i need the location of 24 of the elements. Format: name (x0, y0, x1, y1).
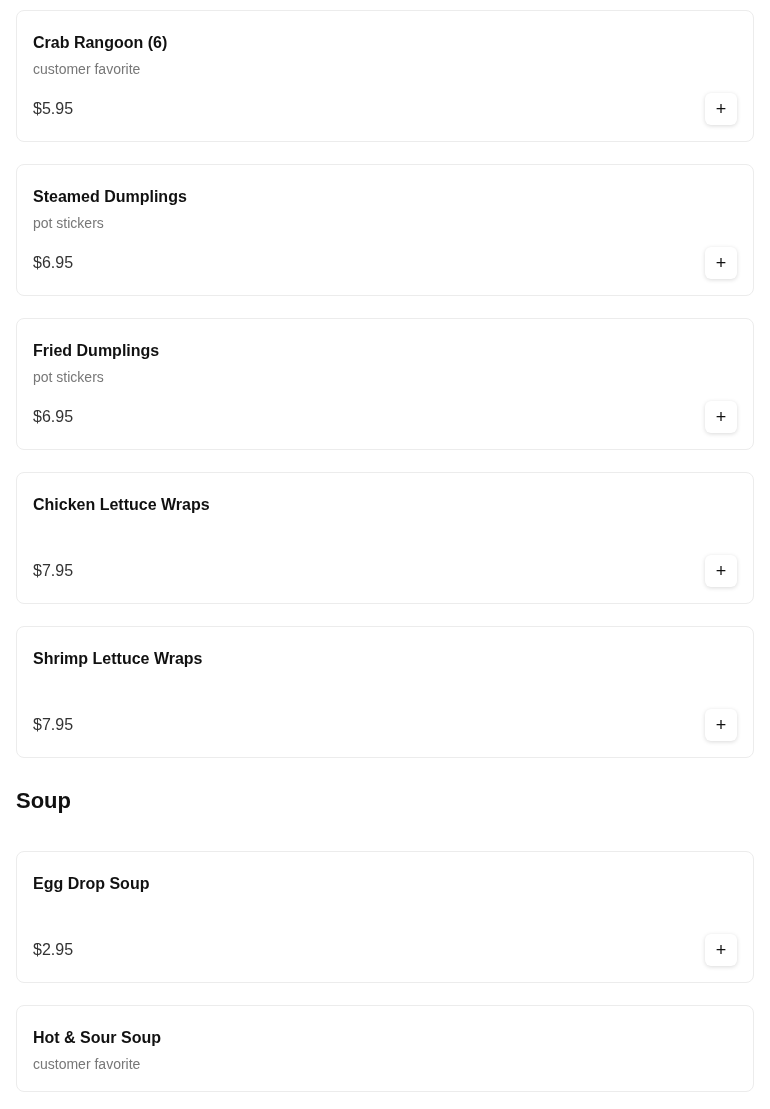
item-name: Hot & Sour Soup (33, 1028, 161, 1048)
item-description: customer favorite (33, 1055, 141, 1074)
add-button[interactable]: + (705, 401, 737, 433)
item-price: $6.95 (33, 253, 74, 273)
item-description: pot stickers (33, 214, 104, 233)
item-price: $7.95 (33, 715, 74, 735)
item-name: Shrimp Lettuce Wraps (33, 649, 203, 669)
item-name: Chicken Lettuce Wraps (33, 495, 210, 515)
item-name: Fried Dumplings (33, 341, 160, 361)
item-name: Egg Drop Soup (33, 874, 150, 894)
add-button[interactable]: + (705, 555, 737, 587)
item-description: customer favorite (33, 60, 141, 79)
item-description: pot stickers (33, 368, 104, 387)
item-price: $6.95 (33, 407, 74, 427)
section-heading: Soup (16, 787, 71, 815)
item-name: Steamed Dumplings (33, 187, 187, 207)
item-price: $7.95 (33, 561, 74, 581)
item-price: $5.95 (33, 99, 74, 119)
add-button[interactable]: + (705, 247, 737, 279)
add-button[interactable]: + (705, 709, 737, 741)
item-name: Crab Rangoon (6) (33, 33, 168, 53)
item-price: $2.95 (33, 940, 74, 960)
add-button[interactable]: + (705, 934, 737, 966)
add-button[interactable]: + (705, 93, 737, 125)
